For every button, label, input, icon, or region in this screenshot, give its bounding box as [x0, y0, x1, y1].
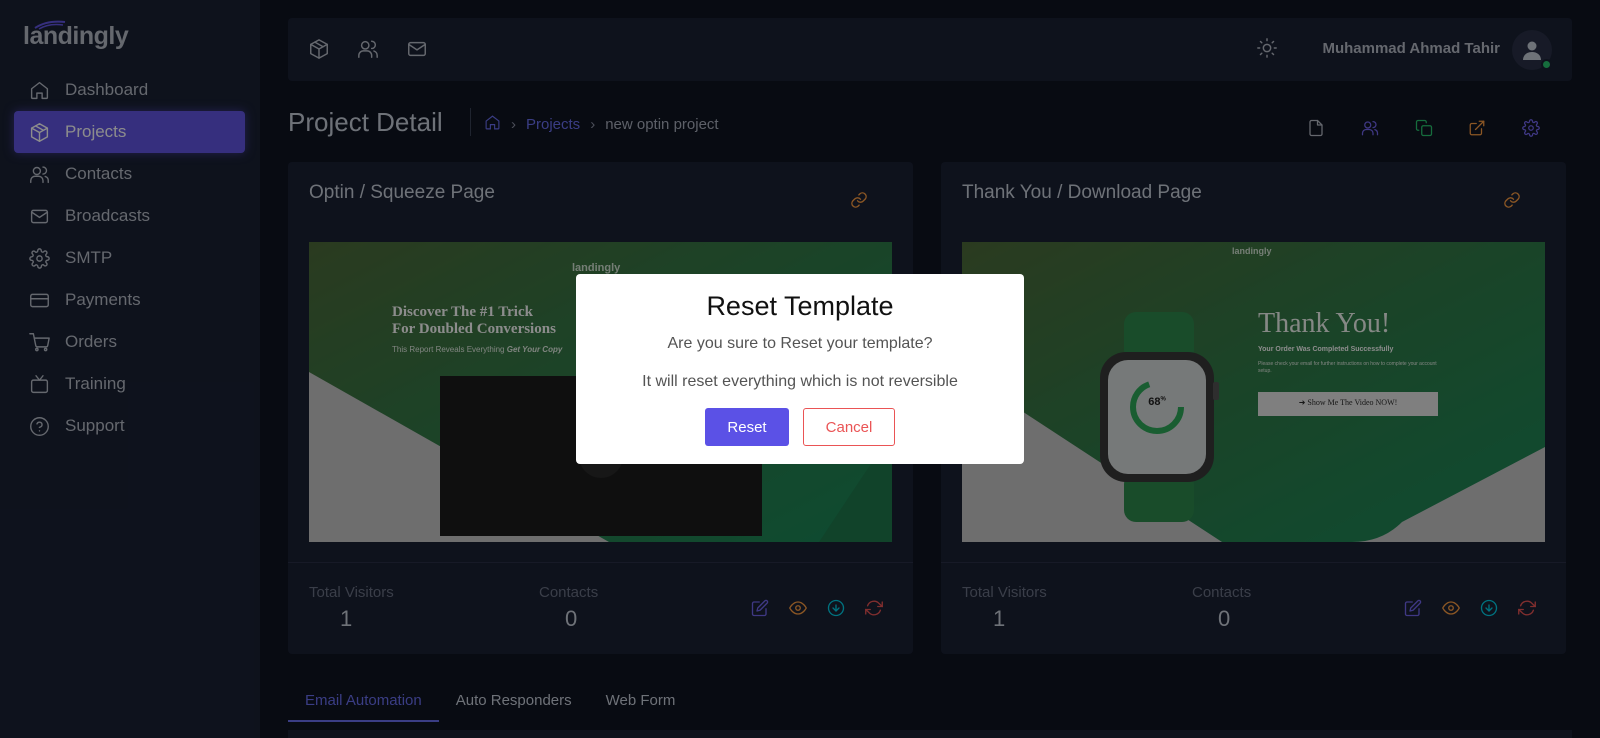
cancel-button[interactable]: Cancel [803, 408, 895, 446]
reset-button[interactable]: Reset [705, 408, 789, 446]
dialog-note: It will reset everything which is not re… [642, 373, 958, 390]
reset-template-dialog: Reset Template Are you sure to Reset you… [576, 274, 1024, 464]
dialog-title: Reset Template [706, 291, 894, 321]
dialog-question: Are you sure to Reset your template? [667, 335, 933, 352]
